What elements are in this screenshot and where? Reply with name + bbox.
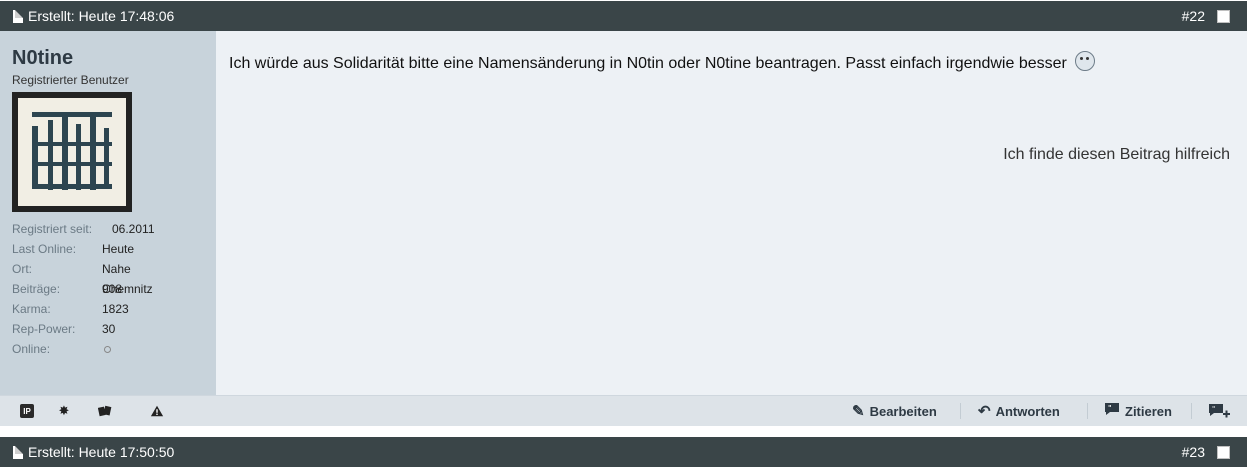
star-icon[interactable]: ✸ [57, 403, 71, 418]
stat-online: Online: [12, 339, 111, 359]
stat-posts: Beiträge: 908 [12, 282, 123, 296]
post-toolbar: IP ✸ ✎ Bearbeiten ↶ Antworten " Zitieren… [0, 395, 1247, 426]
post-header: Erstellt: Heute 17:48:06 #22 [0, 1, 1247, 31]
user-title: Registrierter Benutzer [12, 73, 129, 87]
reply-arrow-icon: ↶ [978, 403, 991, 420]
quote-bubble-icon: " [1104, 402, 1120, 420]
stat-karma: Karma: 1823 [12, 302, 129, 316]
stat-last-online: Last Online: Heute [12, 242, 135, 256]
svg-text:": " [1108, 404, 1112, 412]
edit-button[interactable]: ✎ Bearbeiten [852, 396, 937, 426]
user-info-panel: N0tine Registrierter Benutzer Registrier… [0, 31, 216, 395]
pencil-icon: ✎ [852, 403, 865, 420]
stat-registered: Registriert seit: 06.2011 [12, 222, 155, 236]
username-link[interactable]: N0tine [12, 47, 73, 70]
post-number-link[interactable]: #22 [1182, 8, 1205, 24]
online-status-icon [104, 346, 111, 353]
stat-location: Ort: Nahe Chemnitz [12, 262, 153, 296]
svg-text:": " [1212, 405, 1215, 413]
post-number-link[interactable]: #23 [1182, 444, 1205, 460]
document-icon [13, 9, 23, 23]
divider [1087, 403, 1088, 419]
user-stats: Registriert seit: 06.2011 Last Online: H… [12, 219, 155, 359]
ip-icon[interactable]: IP [20, 404, 34, 418]
reply-button[interactable]: ↶ Antworten [978, 396, 1060, 426]
post-message-text: Ich würde aus Solidarität bitte eine Nam… [229, 55, 1067, 72]
cards-icon[interactable] [98, 404, 112, 418]
helpful-link[interactable]: Ich finde diesen Beitrag hilfreich [1003, 146, 1230, 164]
quote-button[interactable]: " Zitieren [1104, 396, 1172, 426]
stat-rep-power: Rep-Power: 30 [12, 322, 116, 336]
post-created-date: Erstellt: Heute 17:48:06 [28, 8, 175, 24]
document-icon [13, 445, 23, 459]
divider [960, 403, 961, 419]
post-select-checkbox[interactable] [1217, 9, 1230, 23]
avatar[interactable] [12, 92, 132, 212]
post-message: Ich würde aus Solidarität bitte eine Nam… [229, 51, 1096, 73]
post-created-date: Erstellt: Heute 17:50:50 [28, 444, 175, 460]
smiley-icon [1075, 51, 1096, 71]
warning-icon[interactable] [150, 404, 164, 418]
quote-plus-icon[interactable]: " [1208, 404, 1232, 418]
divider [1191, 403, 1192, 419]
post-select-checkbox[interactable] [1217, 445, 1230, 459]
post-content: Ich würde aus Solidarität bitte eine Nam… [216, 31, 1247, 395]
